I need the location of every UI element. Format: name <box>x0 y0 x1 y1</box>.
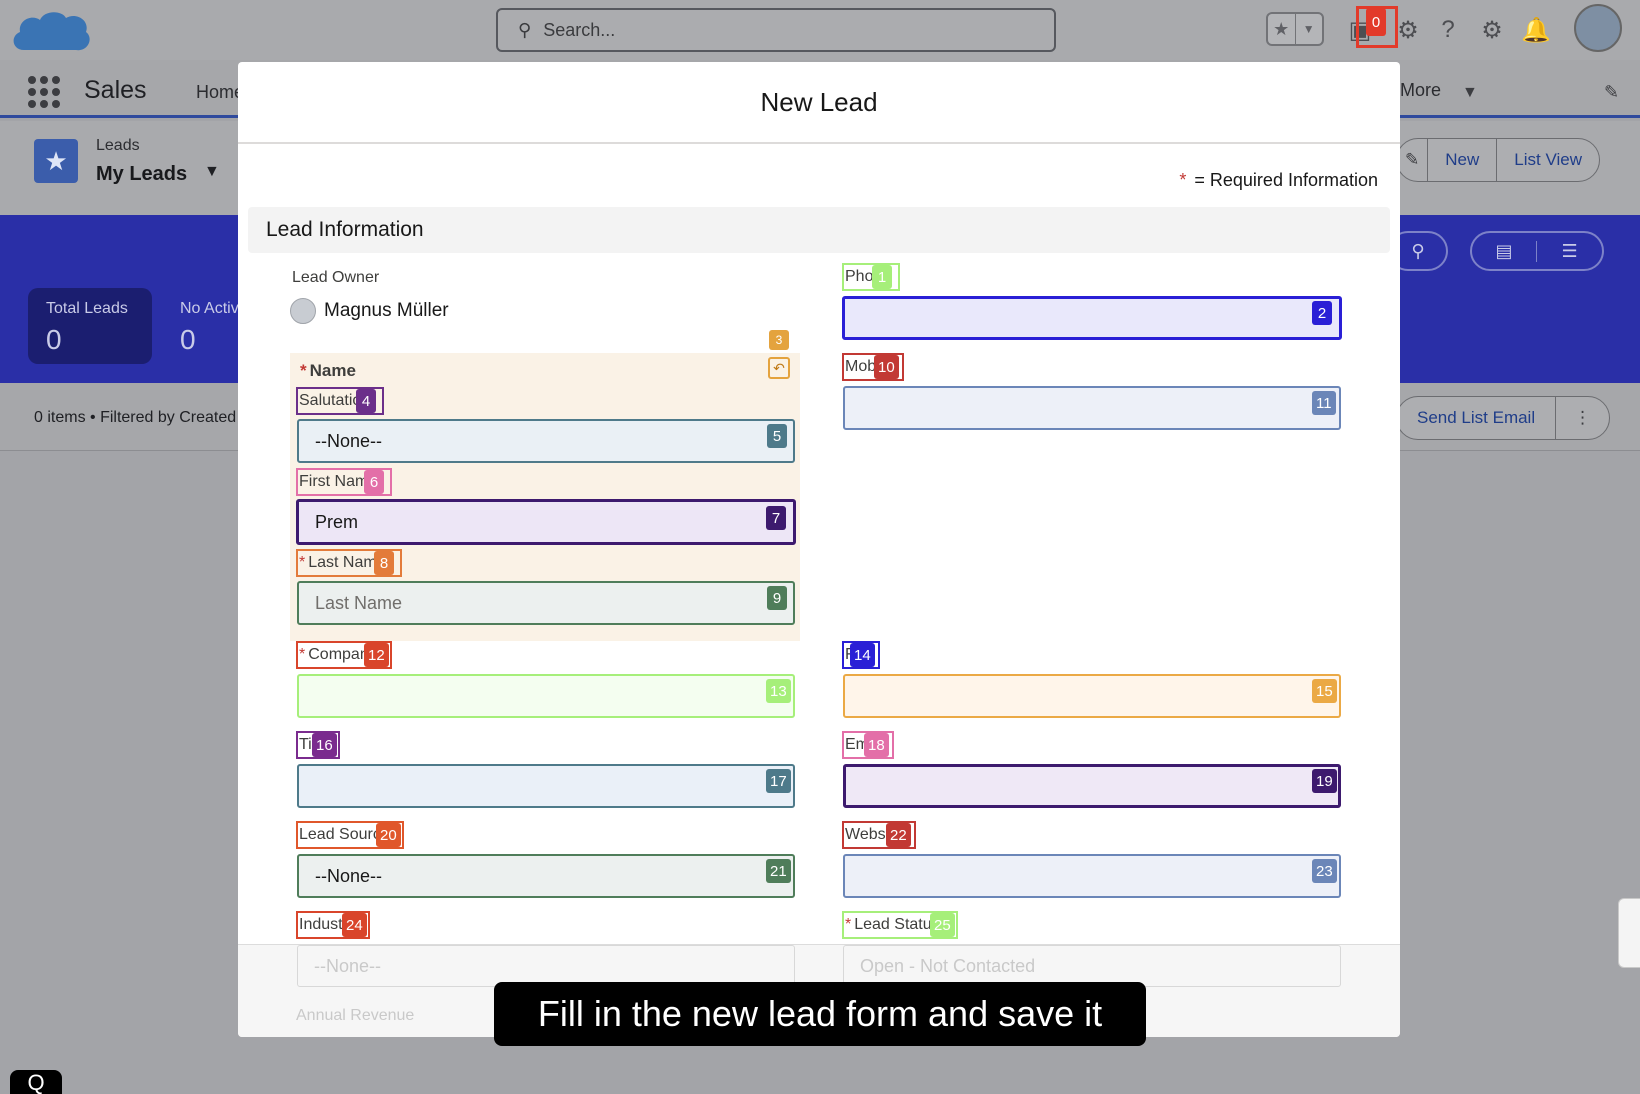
filter-icon[interactable]: ☰ <box>1537 241 1602 262</box>
lead-owner: Magnus Müller <box>290 298 449 324</box>
bookmark-filter-group[interactable]: ▤ ☰ <box>1470 231 1604 271</box>
help-icon[interactable]: ? <box>1430 12 1466 48</box>
app-name: Sales <box>84 76 147 104</box>
marker-16: 16 <box>312 733 337 757</box>
company-input[interactable] <box>297 674 795 718</box>
website-input[interactable] <box>843 854 1341 898</box>
search-icon: ⚲ <box>518 19 532 40</box>
new-lead-modal: New Lead * = Required Information Lead In… <box>238 62 1400 1037</box>
marker-25: 25 <box>930 913 955 937</box>
undo-icon[interactable]: ↶ <box>768 357 790 379</box>
marker-1: 1 <box>872 265 892 289</box>
list-view-name[interactable]: My Leads <box>96 163 187 186</box>
bookmark-icon[interactable]: ▤ <box>1472 240 1538 262</box>
lead-owner-value[interactable]: Magnus Müller <box>324 300 449 322</box>
kpi-card-total-leads[interactable]: Total Leads 0 <box>28 288 152 364</box>
chevron-down-icon[interactable]: ▼ <box>1294 14 1323 44</box>
app-launcher-icon[interactable] <box>28 76 60 108</box>
object-type-label: Leads <box>96 137 140 154</box>
marker-23: 23 <box>1312 859 1337 883</box>
gear-icon[interactable]: ⚙ <box>1474 12 1510 48</box>
marker-10: 10 <box>874 355 899 379</box>
salutation-value: --None-- <box>315 430 383 451</box>
modal-title: New Lead <box>238 62 1400 144</box>
marker-20: 20 <box>376 823 401 847</box>
fax-input[interactable] <box>843 674 1341 718</box>
lead-status-value: Open - Not Contacted <box>860 955 1036 976</box>
chevron-down-icon[interactable]: ▼ <box>204 163 220 181</box>
trailhead-icon[interactable]: ⚙ <box>1390 12 1426 48</box>
nav-item-home[interactable]: Home <box>196 82 244 103</box>
chevron-down-icon[interactable]: ▼ <box>1462 84 1478 102</box>
required-star: * <box>1179 170 1187 190</box>
lead-owner-label: Lead Owner <box>292 269 380 286</box>
owner-avatar-icon <box>290 298 316 324</box>
marker-6: 6 <box>364 470 384 494</box>
salutation-select[interactable]: --None-- <box>297 419 795 463</box>
nav-item-more[interactable]: More <box>1400 80 1441 101</box>
marker-15: 15 <box>1312 679 1337 703</box>
required-note-text: = Required Information <box>1194 170 1378 190</box>
corner-bubble[interactable]: Q <box>10 1070 62 1094</box>
marker-17: 17 <box>766 769 791 793</box>
more-actions-icon[interactable]: ⋮ <box>1555 397 1609 439</box>
marker-19: 19 <box>1312 769 1337 793</box>
title-input[interactable] <box>297 764 795 808</box>
global-search[interactable]: ⚲ Search... <box>496 8 1056 52</box>
marker-8: 8 <box>374 551 394 575</box>
favorites-group[interactable]: ★ ▼ <box>1266 12 1324 46</box>
section-lead-information[interactable]: Lead Information <box>248 207 1390 253</box>
list-view-button[interactable]: List View <box>1496 139 1599 181</box>
send-list-email-button[interactable]: Send List Email <box>1397 397 1555 439</box>
list-actions-group: ✎ New List View <box>1396 138 1600 182</box>
first-name-input[interactable]: Prem <box>296 499 796 545</box>
marker-3: 3 <box>769 330 789 350</box>
marker-4: 4 <box>356 389 376 413</box>
bell-icon[interactable]: 🔔 <box>1518 12 1554 48</box>
marker-12: 12 <box>364 643 389 667</box>
marker-11: 11 <box>1312 391 1336 415</box>
marker-7: 7 <box>766 506 786 530</box>
marker-24: 24 <box>342 913 367 937</box>
marker-18: 18 <box>864 733 889 757</box>
email-actions-group: Send List Email ⋮ <box>1396 396 1611 440</box>
lead-source-select[interactable]: --None-- <box>297 854 795 898</box>
marker-9: 9 <box>767 586 787 610</box>
first-name-value: Prem <box>315 511 359 532</box>
user-avatar[interactable] <box>1574 4 1622 52</box>
utility-side-tab[interactable] <box>1618 898 1640 968</box>
marker-22: 22 <box>886 823 911 847</box>
phone-input[interactable] <box>842 296 1342 340</box>
marker-13: 13 <box>766 679 791 703</box>
lead-object-icon: ★ <box>34 139 78 183</box>
task-caption: Fill in the new lead form and save it <box>494 982 1146 1046</box>
search-placeholder: Search... <box>543 19 616 40</box>
marker-5: 5 <box>767 424 787 448</box>
new-button[interactable]: New <box>1427 139 1496 181</box>
marker-14: 14 <box>850 643 875 667</box>
kpi-label: Total Leads <box>46 300 128 317</box>
kpi-value: 0 <box>46 324 62 355</box>
lead-status-select[interactable]: Open - Not Contacted <box>843 945 1341 987</box>
industry-value: --None-- <box>314 955 382 976</box>
name-label: * Name <box>300 361 356 380</box>
global-header: ⚲ Search... ★ ▼ ▣ 0 ⚙ ? ⚙ 🔔 <box>0 0 1640 60</box>
marker-21: 21 <box>766 859 791 883</box>
required-note: * = Required Information <box>1179 170 1378 191</box>
mobile-input[interactable] <box>843 386 1341 430</box>
annual-revenue-label: Annual Revenue <box>296 1007 415 1024</box>
last-name-input[interactable]: Last Name <box>297 581 795 625</box>
pencil-icon[interactable]: ✎ <box>1397 139 1427 181</box>
pencil-icon[interactable]: ✎ <box>1604 82 1619 103</box>
marker-2: 2 <box>1312 301 1332 325</box>
industry-select[interactable]: --None-- <box>297 945 795 987</box>
notification-count: 0 <box>1366 8 1386 36</box>
email-input[interactable] <box>843 764 1341 808</box>
last-name-placeholder: Last Name <box>315 592 403 613</box>
star-icon[interactable]: ★ <box>1268 14 1295 44</box>
salesforce-logo[interactable] <box>10 6 92 58</box>
lead-source-value: --None-- <box>315 865 383 886</box>
